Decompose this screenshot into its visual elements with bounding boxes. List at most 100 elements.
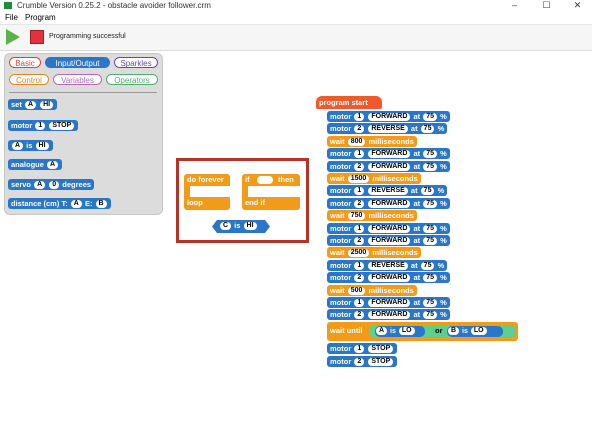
- motor-number-pill[interactable]: 1: [354, 150, 365, 159]
- pin-pill[interactable]: A: [24, 101, 36, 110]
- motor-direction-pill[interactable]: FORWARD: [368, 150, 411, 159]
- motor-direction-pill[interactable]: FORWARD: [368, 162, 411, 171]
- ms-value-pill[interactable]: 1500: [347, 175, 370, 184]
- motor-direction-pill[interactable]: FORWARD: [368, 224, 411, 233]
- motor-number-pill[interactable]: 2: [354, 357, 365, 366]
- pin-pill[interactable]: A: [376, 327, 388, 336]
- motor-direction-pill[interactable]: REVERSE: [368, 187, 408, 196]
- wait-until-block[interactable]: wait until A is LO or B is LO: [327, 322, 518, 341]
- category-control[interactable]: Control: [9, 74, 49, 85]
- motor-direction-pill[interactable]: STOP: [368, 357, 394, 366]
- motor-number-pill[interactable]: 2: [354, 125, 365, 134]
- minimize-button[interactable]: –: [502, 0, 527, 11]
- maximize-button[interactable]: ☐: [534, 0, 559, 11]
- motor-number-pill[interactable]: 1: [354, 345, 365, 354]
- motor-block[interactable]: motor 2 FORWARD at 75 %: [327, 235, 450, 246]
- ms-value-pill[interactable]: 750: [347, 212, 366, 221]
- wait-block[interactable]: wait 1500 milliseconds: [327, 173, 421, 184]
- speed-pill[interactable]: 75: [423, 237, 438, 246]
- motor-number-pill[interactable]: 1: [354, 113, 365, 122]
- ms-value-pill[interactable]: 500: [347, 286, 366, 295]
- palette-motor-block[interactable]: motor 1 STOP: [8, 120, 79, 131]
- motor-block[interactable]: motor 1 REVERSE at 75 %: [327, 259, 448, 271]
- speed-pill[interactable]: 75: [423, 162, 438, 171]
- pin-pill[interactable]: A: [34, 181, 46, 190]
- value-pill[interactable]: HI: [243, 222, 257, 231]
- motor-number-pill[interactable]: 2: [354, 237, 365, 246]
- left-condition[interactable]: A is LO: [375, 326, 425, 337]
- speed-pill[interactable]: 75: [423, 224, 438, 233]
- ms-value-pill[interactable]: 800: [347, 137, 366, 146]
- motor-block[interactable]: motor 2 FORWARD at 75 %: [327, 272, 450, 284]
- value-pill[interactable]: LO: [398, 327, 415, 336]
- motor-number-pill[interactable]: 1: [354, 224, 365, 233]
- motor-number-pill[interactable]: 2: [354, 311, 365, 320]
- motor-block[interactable]: motor 1 FORWARD at 75 %: [327, 297, 450, 308]
- motor-number-pill[interactable]: 2: [354, 199, 365, 208]
- wait-block[interactable]: wait 500 milliseconds: [327, 284, 417, 296]
- speed-pill[interactable]: 75: [423, 274, 438, 283]
- do-forever-block[interactable]: do forever loop: [184, 174, 230, 210]
- motor-stop-block[interactable]: motor 1 STOP: [327, 343, 398, 354]
- motor-block[interactable]: motor 1 REVERSE at 75 %: [327, 185, 448, 197]
- palette-set-block[interactable]: set A HI: [8, 99, 58, 110]
- motor-direction-pill[interactable]: FORWARD: [368, 113, 411, 122]
- motor-number-pill[interactable]: 2: [354, 274, 365, 283]
- wait-block[interactable]: wait 750 milliseconds: [327, 210, 417, 222]
- motor-number-pill[interactable]: 1: [35, 122, 46, 131]
- pin-pill[interactable]: A: [12, 142, 24, 151]
- speed-pill[interactable]: 75: [420, 125, 435, 134]
- motor-number-pill[interactable]: 1: [354, 187, 365, 196]
- right-condition[interactable]: B is LO: [447, 326, 503, 337]
- palette-servo-block[interactable]: servo A 0 degrees: [8, 179, 95, 190]
- category-variables[interactable]: Variables: [53, 74, 102, 85]
- value-pill[interactable]: LO: [470, 327, 487, 336]
- play-icon[interactable]: [6, 29, 20, 45]
- speed-pill[interactable]: 75: [423, 299, 438, 308]
- speed-pill[interactable]: 75: [423, 199, 438, 208]
- speed-pill[interactable]: 75: [423, 311, 438, 320]
- category-basic[interactable]: Basic: [9, 57, 41, 68]
- motor-direction-pill[interactable]: REVERSE: [368, 125, 408, 134]
- motor-direction-pill[interactable]: FORWARD: [368, 311, 411, 320]
- motor-block[interactable]: motor 2 REVERSE at 75 %: [327, 123, 448, 135]
- category-sparkles[interactable]: Sparkles: [114, 57, 158, 68]
- menu-file[interactable]: File: [5, 13, 18, 22]
- pin-pill[interactable]: B: [448, 327, 460, 336]
- close-button[interactable]: ✕: [565, 0, 590, 11]
- motor-block[interactable]: motor 1 FORWARD at 75 %: [327, 222, 450, 234]
- motor-block[interactable]: motor 1 FORWARD at 75 %: [327, 111, 450, 122]
- motor-number-pill[interactable]: 2: [354, 162, 365, 171]
- speed-pill[interactable]: 75: [420, 187, 435, 196]
- speed-pill[interactable]: 75: [420, 261, 435, 270]
- condition-slot[interactable]: [257, 176, 273, 184]
- motor-direction-pill[interactable]: STOP: [368, 345, 394, 354]
- speed-pill[interactable]: 75: [423, 150, 438, 159]
- motor-direction-pill[interactable]: STOP: [49, 122, 75, 131]
- pin-pill[interactable]: A: [70, 200, 82, 209]
- if-then-block[interactable]: if then end if: [242, 174, 300, 210]
- motor-block[interactable]: motor 1 FORWARD at 75 %: [327, 148, 450, 160]
- motor-direction-pill[interactable]: REVERSE: [368, 261, 408, 270]
- wait-block[interactable]: wait 2500 milliseconds: [327, 247, 421, 259]
- motor-direction-pill[interactable]: FORWARD: [368, 199, 411, 208]
- menu-program[interactable]: Program: [25, 13, 56, 22]
- pin-pill[interactable]: B: [95, 200, 107, 209]
- value-pill[interactable]: HI: [40, 101, 54, 110]
- palette-analogue-block[interactable]: analogue A: [8, 159, 63, 170]
- motor-direction-pill[interactable]: FORWARD: [368, 237, 411, 246]
- motor-block[interactable]: motor 2 FORWARD at 75 %: [327, 197, 450, 209]
- motor-stop-block[interactable]: motor 2 STOP: [327, 355, 398, 367]
- motor-number-pill[interactable]: 1: [354, 261, 365, 270]
- palette-pin-is-block[interactable]: A is HI: [8, 140, 53, 151]
- category-operators[interactable]: Operators: [106, 74, 158, 85]
- value-pill[interactable]: 0: [49, 181, 60, 190]
- stop-icon[interactable]: [30, 30, 44, 44]
- motor-number-pill[interactable]: 1: [354, 299, 365, 308]
- motor-block[interactable]: motor 2 FORWARD at 75 %: [327, 309, 450, 321]
- palette-distance-block[interactable]: distance (cm) T: A E: B: [8, 198, 111, 209]
- motor-direction-pill[interactable]: FORWARD: [368, 299, 411, 308]
- ms-value-pill[interactable]: 2500: [347, 249, 370, 258]
- program-start-block[interactable]: program start: [316, 96, 382, 109]
- wait-block[interactable]: wait 800 milliseconds: [327, 135, 417, 147]
